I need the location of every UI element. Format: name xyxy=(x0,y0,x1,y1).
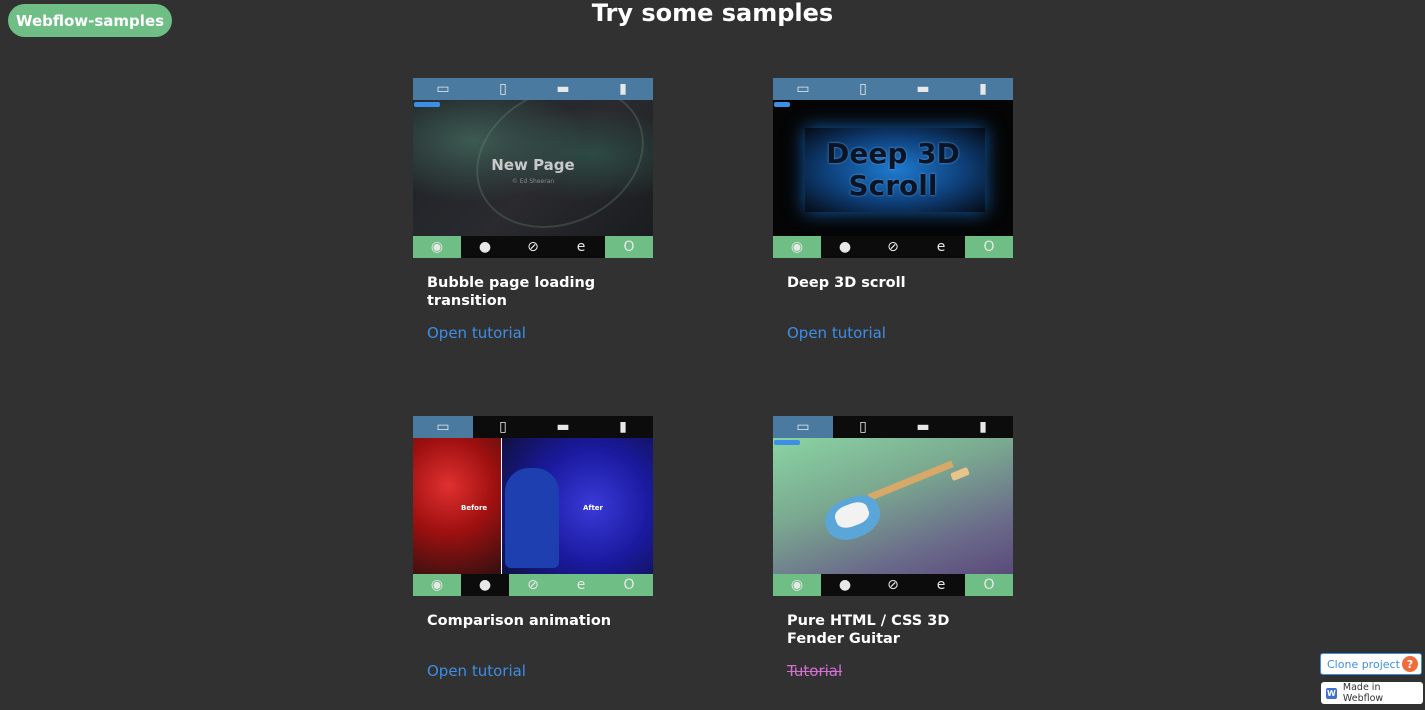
guitar-head xyxy=(950,466,970,482)
red-smoke-panel xyxy=(413,438,501,574)
comparison-divider[interactable] xyxy=(501,438,502,574)
clone-project-button[interactable]: Clone project ? xyxy=(1320,653,1422,675)
person-figure xyxy=(505,468,559,568)
opera-icon[interactable]: O xyxy=(605,236,653,258)
before-label: Before xyxy=(461,504,488,512)
mobile-landscape-icon[interactable]: ▬ xyxy=(893,416,953,438)
safari-icon[interactable]: ⊘ xyxy=(869,236,917,258)
safari-icon[interactable]: ⊘ xyxy=(869,574,917,596)
tablet-icon[interactable]: ▯ xyxy=(473,416,533,438)
firefox-icon[interactable]: ● xyxy=(821,574,869,596)
firefox-icon[interactable]: ● xyxy=(821,236,869,258)
open-tutorial-link[interactable]: Open tutorial xyxy=(427,662,653,680)
card-title: Bubble page loading transition xyxy=(427,275,596,309)
desktop-icon[interactable]: ▭ xyxy=(773,78,833,100)
safari-icon[interactable]: ⊘ xyxy=(509,574,557,596)
sample-card-comparison: ▭ ▯ ▬ ▮ Before After ◉ ● ⊘ e O Compariso… xyxy=(413,416,653,680)
webflow-logo-icon: W xyxy=(1326,687,1337,699)
mobile-portrait-icon[interactable]: ▮ xyxy=(593,78,653,100)
tablet-icon[interactable]: ▯ xyxy=(833,78,893,100)
firefox-icon[interactable]: ● xyxy=(461,574,509,596)
chrome-icon[interactable]: ◉ xyxy=(773,574,821,596)
sample-preview[interactable]: Before After xyxy=(413,438,653,574)
chrome-icon[interactable]: ◉ xyxy=(413,574,461,596)
opera-icon[interactable]: O xyxy=(965,236,1013,258)
mobile-portrait-icon[interactable]: ▮ xyxy=(953,78,1013,100)
mini-badge xyxy=(774,440,800,445)
device-toggle-bar: ▭ ▯ ▬ ▮ xyxy=(773,416,1013,438)
preview-subtitle: © Ed Sheeran xyxy=(511,178,555,185)
opera-icon[interactable]: O xyxy=(965,574,1013,596)
mobile-portrait-icon[interactable]: ▮ xyxy=(953,416,1013,438)
page: Webflow-samples Try some samples ▭ ▯ ▬ ▮… xyxy=(0,0,1425,710)
mobile-landscape-icon[interactable]: ▬ xyxy=(533,416,593,438)
preview-title-line-1: Deep 3D xyxy=(826,137,960,170)
open-tutorial-link[interactable]: Open tutorial xyxy=(427,324,653,342)
mobile-portrait-icon[interactable]: ▮ xyxy=(593,416,653,438)
sample-preview[interactable] xyxy=(773,438,1013,574)
open-tutorial-link[interactable]: Open tutorial xyxy=(787,324,1013,342)
tablet-icon[interactable]: ▯ xyxy=(833,416,893,438)
chrome-icon[interactable]: ◉ xyxy=(773,236,821,258)
card-title: Deep 3D scroll xyxy=(787,275,906,291)
firefox-icon[interactable]: ● xyxy=(461,236,509,258)
device-toggle-bar: ▭ ▯ ▬ ▮ xyxy=(773,78,1013,100)
desktop-icon[interactable]: ▭ xyxy=(413,78,473,100)
ie-icon[interactable]: e xyxy=(917,236,965,258)
mobile-landscape-icon[interactable]: ▬ xyxy=(533,78,593,100)
help-icon[interactable]: ? xyxy=(1402,656,1418,672)
browser-toggle-bar: ◉ ● ⊘ e O xyxy=(413,574,653,596)
sample-card-guitar: ▭ ▯ ▬ ▮ ◉ ● ⊘ e O Pure HTML / CSS 3D Fen… xyxy=(773,416,1013,680)
sample-preview[interactable]: Deep 3D Scroll xyxy=(773,100,1013,236)
sample-card-bubble: ▭ ▯ ▬ ▮ New Page © Ed Sheeran ◉ ● ⊘ e O … xyxy=(413,78,653,342)
card-title: Pure HTML / CSS 3D Fender Guitar xyxy=(787,613,950,647)
made-in-webflow-badge[interactable]: W Made in Webflow xyxy=(1321,682,1423,704)
sample-card-deep-3d: ▭ ▯ ▬ ▮ Deep 3D Scroll ◉ ● ⊘ e O Deep 3D… xyxy=(773,78,1013,342)
safari-icon[interactable]: ⊘ xyxy=(509,236,557,258)
mini-badge xyxy=(414,102,440,107)
tablet-icon[interactable]: ▯ xyxy=(473,78,533,100)
device-toggle-bar: ▭ ▯ ▬ ▮ xyxy=(413,78,653,100)
browser-toggle-bar: ◉ ● ⊘ e O xyxy=(773,574,1013,596)
ie-icon[interactable]: e xyxy=(917,574,965,596)
after-label: After xyxy=(583,504,604,512)
device-toggle-bar: ▭ ▯ ▬ ▮ xyxy=(413,416,653,438)
clone-project-label: Clone project xyxy=(1327,657,1400,671)
page-title: Try some samples xyxy=(591,0,834,27)
preview-title: New Page xyxy=(491,156,575,174)
ie-icon[interactable]: e xyxy=(557,236,605,258)
ie-icon[interactable]: e xyxy=(557,574,605,596)
card-title: Comparison animation xyxy=(427,613,612,629)
desktop-icon[interactable]: ▭ xyxy=(413,416,473,438)
mini-badge xyxy=(774,102,790,107)
desktop-icon[interactable]: ▭ xyxy=(773,416,833,438)
sample-preview[interactable]: New Page © Ed Sheeran xyxy=(413,100,653,236)
browser-toggle-bar: ◉ ● ⊘ e O xyxy=(773,236,1013,258)
badge-label: Made in Webflow xyxy=(1342,682,1384,704)
mobile-landscape-icon[interactable]: ▬ xyxy=(893,78,953,100)
tutorial-link[interactable]: Tutorial xyxy=(787,662,1013,680)
opera-icon[interactable]: O xyxy=(605,574,653,596)
guitar-neck xyxy=(867,460,954,501)
preview-title-line-2: Scroll xyxy=(848,169,938,202)
browser-toggle-bar: ◉ ● ⊘ e O xyxy=(413,236,653,258)
chrome-icon[interactable]: ◉ xyxy=(413,236,461,258)
